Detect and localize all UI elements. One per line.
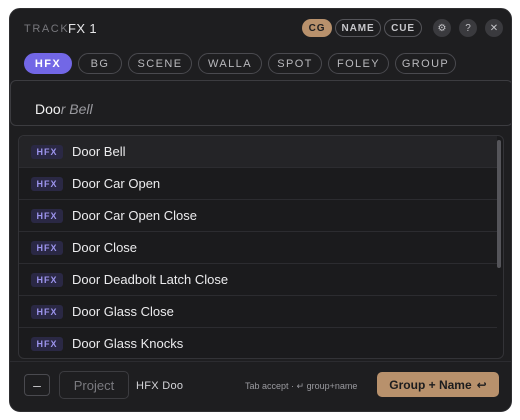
list-item-label: Door Glass Knocks	[72, 336, 184, 351]
track-label: TRACK	[24, 23, 70, 35]
list-item-label: Door Car Open Close	[72, 208, 197, 223]
list-scrollbar[interactable]	[497, 140, 501, 268]
mode-button-cg[interactable]: CG	[302, 19, 332, 37]
close-icon[interactable]: ✕	[485, 19, 503, 37]
list-item[interactable]: HFX Door Glass Close	[19, 296, 497, 328]
search-autocomplete-text: r Bell	[60, 101, 93, 117]
list-item-label: Door Close	[72, 240, 138, 255]
tab-walla[interactable]: WALLA	[198, 53, 262, 74]
list-item-label: Door Deadbolt Latch Close	[72, 272, 229, 287]
return-icon: ↩	[476, 377, 487, 392]
footer-divider	[10, 361, 511, 362]
header-controls: CG NAME CUE ⚙ ? ✕	[302, 19, 503, 37]
list-item-label: Door Car Open	[72, 176, 161, 191]
category-badge: HFX	[31, 144, 63, 159]
results-list: HFX Door Bell HFX Door Car Open HFX Door…	[18, 135, 504, 359]
list-item[interactable]: HFX Door Car Open Close	[19, 200, 497, 232]
remove-button[interactable]: –	[24, 374, 50, 396]
category-badge: HFX	[31, 336, 63, 351]
list-item[interactable]: HFX Door Bell	[19, 136, 497, 168]
list-item-label: Door Bell	[72, 144, 126, 159]
name-preview: HFX Doo	[136, 380, 184, 392]
category-badge: HFX	[31, 272, 63, 287]
tab-spot[interactable]: SPOT	[268, 53, 322, 74]
tab-scene[interactable]: SCENE	[128, 53, 192, 74]
category-badge: HFX	[31, 304, 63, 319]
search-typed-text: Doo	[35, 101, 61, 117]
mode-button-cue[interactable]: CUE	[384, 19, 422, 37]
group-name-button-label: Group + Name	[389, 377, 472, 392]
tab-foley[interactable]: FOLEY	[328, 53, 389, 74]
tab-hfx[interactable]: HFX	[24, 53, 72, 74]
group-name-button[interactable]: Group + Name ↩	[377, 372, 499, 397]
list-item[interactable]: HFX Door Close	[19, 232, 497, 264]
keyboard-hint: Tab accept · ↵ group+name	[245, 381, 358, 391]
header: TRACK FX 1 CG NAME CUE ⚙ ? ✕	[10, 9, 511, 49]
project-field[interactable]: Project	[59, 371, 129, 399]
category-tabs: HFX BG SCENE WALLA SPOT FOLEY GROUP	[24, 53, 456, 74]
list-item[interactable]: HFX Door Deadbolt Latch Close	[19, 264, 497, 296]
category-badge: HFX	[31, 240, 63, 255]
help-icon[interactable]: ?	[459, 19, 477, 37]
tab-bg[interactable]: BG	[78, 53, 122, 74]
tab-group[interactable]: GROUP	[395, 53, 456, 74]
list-item[interactable]: HFX Door Car Open	[19, 168, 497, 200]
search-text: Door Bell	[35, 101, 93, 117]
category-badge: HFX	[31, 208, 63, 223]
gear-icon[interactable]: ⚙	[433, 19, 451, 37]
list-item[interactable]: HFX Door Glass Knocks	[19, 328, 497, 358]
list-item-label: Door Glass Close	[72, 304, 174, 319]
track-name: FX 1	[68, 21, 98, 36]
fx-picker-panel: TRACK FX 1 CG NAME CUE ⚙ ? ✕ HFX BG SCEN…	[9, 8, 512, 412]
category-badge: HFX	[31, 176, 63, 191]
mode-button-name[interactable]: NAME	[335, 19, 381, 37]
